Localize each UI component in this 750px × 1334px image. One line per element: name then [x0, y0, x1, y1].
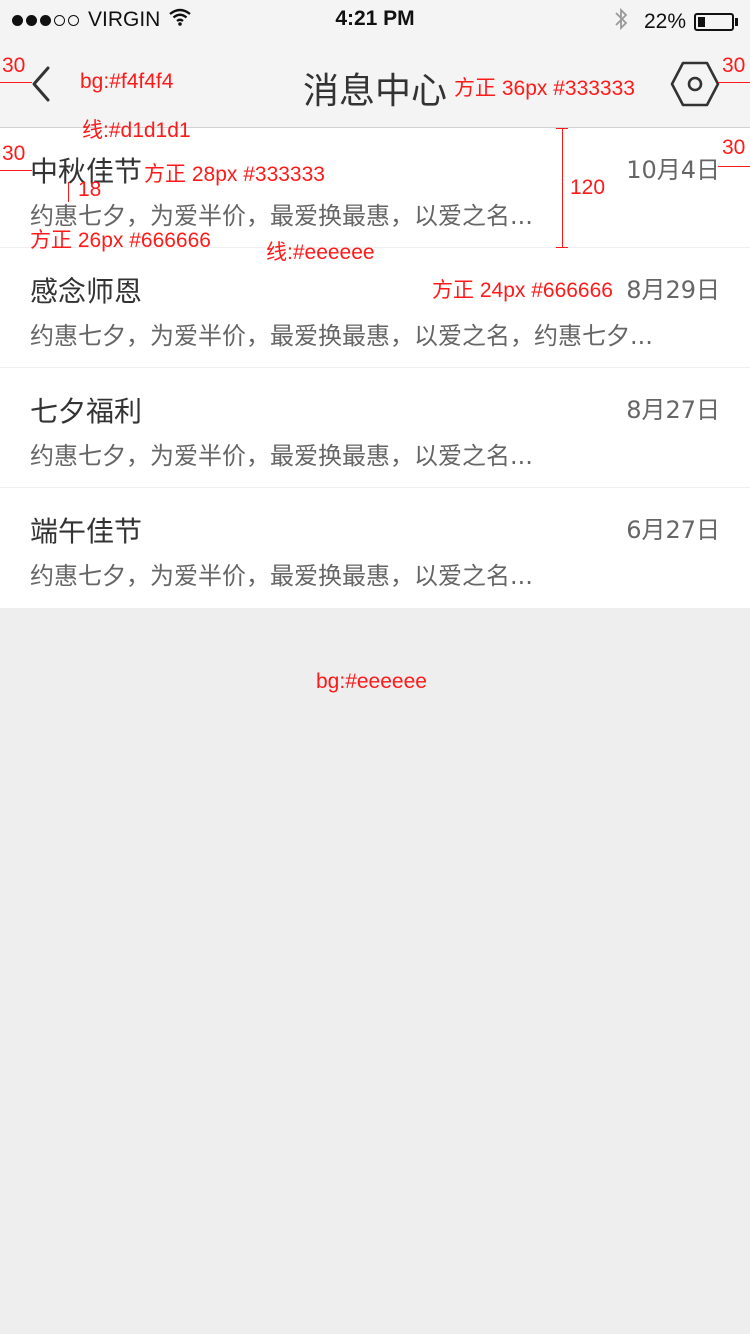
- annotation-measure-line: [556, 247, 568, 248]
- annotation-measure-line: [718, 82, 750, 83]
- annotation-margin-left-item: 30: [2, 142, 26, 165]
- annotation-nav-line: 线:#d1d1d1: [82, 119, 191, 142]
- annotation-measure-line: [718, 166, 750, 167]
- annotation-nav-bg: bg:#f4f4f4: [80, 70, 174, 93]
- message-item[interactable]: 感念师恩 8月29日 约惠七夕，为爱半价，最爱换最惠，以爱之名，约惠七夕...: [0, 248, 750, 368]
- message-date: 8月27日: [626, 396, 720, 424]
- annotation-measure-line: [556, 128, 568, 129]
- battery-percent: 22%: [643, 10, 686, 33]
- annotation-margin-right-item: 30: [722, 136, 746, 159]
- status-bar: VIRGIN 4:21 PM 22%: [0, 0, 750, 40]
- status-right: 22%: [614, 7, 738, 37]
- message-preview: 约惠七夕，为爱半价，最爱换最惠，以爱之名...: [30, 562, 533, 590]
- message-item[interactable]: 七夕福利 8月27日 约惠七夕，为爱半价，最爱换最惠，以爱之名...: [0, 368, 750, 488]
- annotation-measure-line: [562, 128, 563, 248]
- message-date: 10月4日: [626, 156, 720, 184]
- message-title: 端午佳节: [30, 515, 143, 548]
- message-title: 七夕福利: [30, 395, 143, 428]
- annotation-spacing: 18: [78, 178, 102, 201]
- annotation-measure-line: [68, 182, 69, 202]
- annotation-margin-right-nav: 30: [722, 54, 746, 77]
- message-title: 感念师恩: [30, 275, 143, 308]
- settings-hexagon-icon: [670, 61, 720, 107]
- annotation-measure-line: [0, 170, 32, 171]
- annotation-measure-line: [0, 82, 32, 83]
- message-date: 8月29日: [626, 276, 720, 304]
- annotation-divider-line: 线:#eeeeee: [266, 241, 375, 264]
- message-preview: 约惠七夕，为爱半价，最爱换最惠，以爱之名...: [30, 442, 533, 470]
- battery-tip: [735, 18, 738, 26]
- battery-level-fill: [698, 17, 705, 27]
- bluetooth-icon: [614, 7, 628, 37]
- annotation-item-title-font: 方正 28px #333333: [144, 163, 325, 186]
- settings-button[interactable]: [670, 60, 720, 108]
- message-preview: 约惠七夕，为爱半价，最爱换最惠，以爱之名，约惠七夕...: [30, 322, 653, 350]
- annotation-row-height: 120: [570, 176, 606, 199]
- message-item[interactable]: 端午佳节 6月27日 约惠七夕，为爱半价，最爱换最惠，以爱之名...: [0, 488, 750, 608]
- annotation-page-bg: bg:#eeeeee: [316, 670, 427, 693]
- message-date: 6月27日: [626, 516, 720, 544]
- message-list: 中秋佳节 10月4日 约惠七夕，为爱半价，最爱换最惠，以爱之名... 感念师恩 …: [0, 128, 750, 608]
- annotation-title-font: 方正 36px #333333: [454, 77, 635, 100]
- annotation-preview-font: 方正 26px #666666: [30, 229, 211, 252]
- annotation-date-font: 方正 24px #666666: [432, 279, 613, 302]
- battery-icon: [694, 13, 734, 31]
- annotation-margin-left-nav: 30: [2, 54, 26, 77]
